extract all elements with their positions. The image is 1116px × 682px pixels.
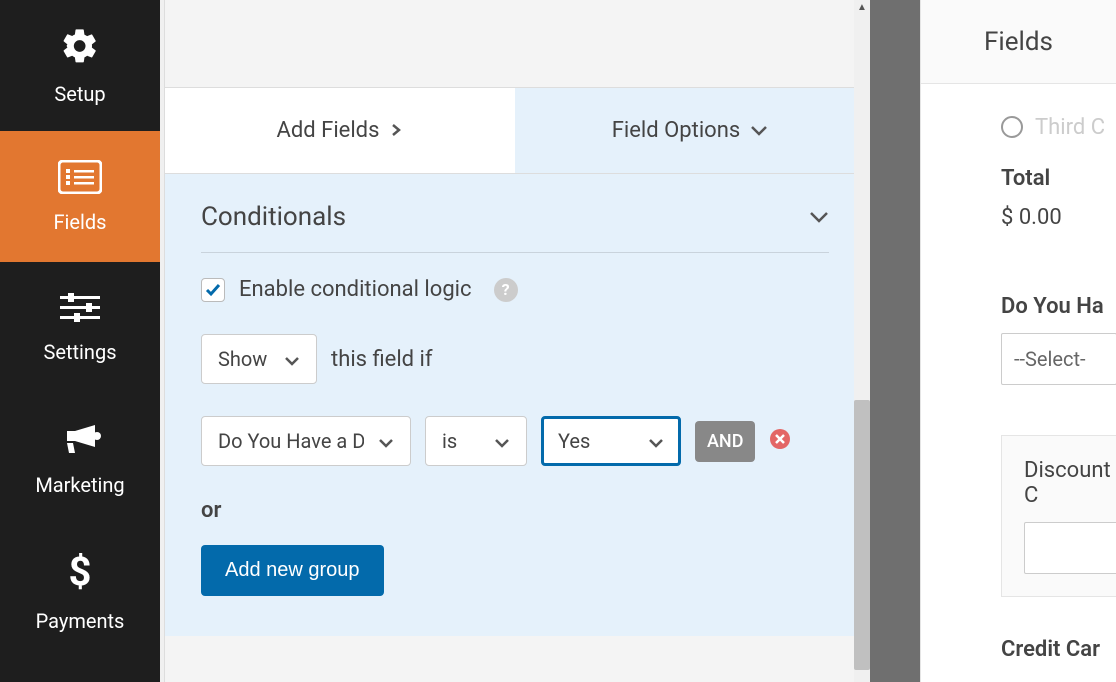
radio-label: Third C (1035, 115, 1105, 140)
and-button[interactable]: AND (695, 421, 755, 462)
sidebar-item-label: Marketing (35, 473, 124, 497)
total-label: Total (1001, 166, 1116, 191)
panel-title: Conditionals (201, 202, 346, 232)
chevron-down-icon (284, 347, 300, 371)
conditionals-panel: Conditionals Enable conditional logic ? … (165, 174, 865, 636)
tab-label: Add Fields (277, 118, 380, 143)
value-select-value: Yes (558, 429, 590, 453)
sidebar-item-setup[interactable]: Setup (0, 0, 160, 131)
discount-card: Discount C (1001, 435, 1116, 597)
chevron-down-icon (648, 429, 664, 453)
bullhorn-icon (59, 421, 101, 461)
operator-select-value: is (442, 429, 457, 453)
enable-checkbox[interactable] (201, 278, 225, 302)
select-placeholder: --Select- (1014, 347, 1086, 371)
operator-select[interactable]: is (425, 416, 527, 466)
chevron-down-icon (750, 118, 768, 143)
svg-text:$: $ (69, 553, 92, 593)
discount-label: Discount C (1024, 458, 1116, 508)
main-area: Add Fields Field Options Conditionals (160, 0, 870, 682)
discount-input[interactable] (1024, 522, 1116, 574)
add-new-group-button[interactable]: Add new group (201, 545, 384, 596)
show-select-value: Show (218, 347, 267, 371)
tabs: Add Fields Field Options (165, 88, 865, 174)
condition-row: Do You Have a D is Yes AND (201, 416, 829, 466)
radio-option-row[interactable]: Third C (1001, 84, 1116, 170)
top-spacer (165, 0, 865, 88)
show-row: Show this field if (201, 334, 829, 384)
enable-label: Enable conditional logic (239, 277, 472, 302)
value-select[interactable]: Yes (541, 416, 681, 466)
sidebar-item-fields[interactable]: Fields (0, 131, 160, 262)
sidebar-item-payments[interactable]: $ Payments (0, 524, 160, 662)
dollar-icon: $ (68, 553, 92, 597)
tab-field-options[interactable]: Field Options (515, 88, 865, 173)
scrollbar-vertical[interactable]: ▲ (854, 0, 870, 682)
remove-condition-icon[interactable] (769, 428, 791, 454)
field-select[interactable]: Do You Have a D (201, 416, 411, 466)
divider-dark (870, 0, 920, 682)
sidebar: Setup Fields Settings Marketing $ Paymen… (0, 0, 160, 682)
sidebar-item-settings[interactable]: Settings (0, 262, 160, 393)
sidebar-item-marketing[interactable]: Marketing (0, 393, 160, 524)
chevron-right-icon (389, 118, 403, 143)
this-field-if-text: this field if (331, 347, 433, 372)
credit-label: Credit Car (1001, 637, 1116, 662)
preview-header: Fields (921, 0, 1116, 84)
show-select[interactable]: Show (201, 334, 317, 384)
sidebar-item-label: Fields (54, 210, 107, 234)
sidebar-item-label: Payments (36, 609, 125, 633)
help-icon[interactable]: ? (494, 278, 518, 302)
enable-checkbox-row: Enable conditional logic ? (201, 277, 829, 302)
sliders-icon (60, 292, 100, 328)
list-icon (58, 160, 102, 198)
scroll-up-arrow-icon[interactable]: ▲ (854, 0, 870, 14)
chevron-down-icon[interactable] (809, 208, 829, 227)
radio-icon[interactable] (1001, 116, 1023, 138)
total-value: $ 0.00 (1001, 205, 1116, 230)
gear-icon (60, 26, 100, 70)
scroll-thumb[interactable] (854, 400, 870, 670)
question-select[interactable]: --Select- (1001, 333, 1116, 385)
chevron-down-icon (494, 429, 510, 453)
sidebar-item-label: Setup (54, 82, 105, 106)
field-select-value: Do You Have a D (218, 429, 364, 453)
chevron-down-icon (378, 429, 394, 453)
tab-label: Field Options (612, 118, 740, 143)
sidebar-item-label: Settings (43, 340, 116, 364)
question-label: Do You Ha (1001, 294, 1116, 319)
preview-pane: Fields Third C Total $ 0.00 Do You Ha --… (920, 0, 1116, 682)
tab-add-fields[interactable]: Add Fields (165, 88, 515, 173)
or-text: or (201, 498, 829, 523)
